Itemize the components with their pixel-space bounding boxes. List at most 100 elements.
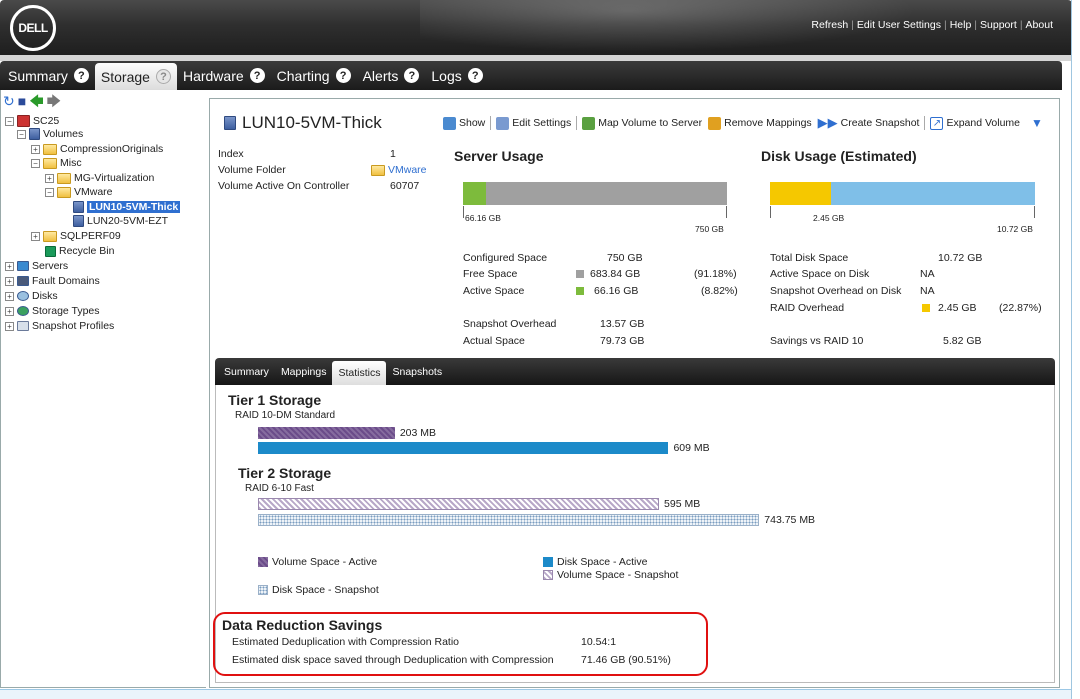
legend-label: Volume Space - Snapshot <box>557 569 679 581</box>
volume-icon <box>224 116 236 130</box>
expand-icon[interactable]: + <box>5 291 14 301</box>
subtab-statistics[interactable]: Statistics <box>332 361 387 385</box>
collapse-icon[interactable]: − <box>31 158 40 168</box>
snapshot-overhead-value: 13.57 GB <box>600 318 645 330</box>
expand-icon[interactable]: + <box>5 261 14 271</box>
expand-volume-button[interactable]: ↗ Expand Volume <box>927 116 1023 130</box>
collapse-icon[interactable]: − <box>45 187 54 197</box>
total-disk-space-value: 10.72 GB <box>938 252 983 264</box>
tab-charting[interactable]: Charting? <box>271 61 357 90</box>
main-tab-bar: Summary? Storage? Hardware? Charting? Al… <box>0 61 1062 90</box>
edit-user-settings-link[interactable]: Edit User Settings <box>854 19 944 31</box>
bottom-status-strip <box>0 689 1072 699</box>
tree-node-snapshot-profiles[interactable]: + Snapshot Profiles <box>5 319 114 333</box>
help-icon[interactable]: ? <box>335 68 351 83</box>
disk-usage-title: Disk Usage (Estimated) <box>761 148 917 164</box>
server-usage-bar <box>463 182 727 205</box>
tree-node-disks[interactable]: + Disks <box>5 289 58 303</box>
tree-label: Storage Types <box>32 305 100 317</box>
tree-node-lun10[interactable]: LUN10-5VM-Thick <box>73 200 181 214</box>
tab-summary[interactable]: Summary? <box>2 61 95 90</box>
remove-mappings-button[interactable]: Remove Mappings <box>705 116 815 130</box>
subtab-snapshots[interactable]: Snapshots <box>386 358 448 385</box>
expand-icon[interactable]: + <box>31 144 40 154</box>
tab-label: Charting <box>276 67 330 84</box>
help-icon[interactable]: ? <box>155 69 171 84</box>
tree-label: Volumes <box>43 128 84 140</box>
expand-icon[interactable]: + <box>5 276 14 286</box>
tree-node-sc25[interactable]: − SC25 <box>5 114 59 128</box>
edit-settings-button[interactable]: Edit Settings <box>493 116 574 130</box>
legend-swatch <box>543 557 553 567</box>
tree-label: Snapshot Profiles <box>32 320 115 332</box>
expand-icon[interactable]: + <box>31 231 40 241</box>
help-icon[interactable]: ? <box>467 68 483 83</box>
tree-node-sqlperf09[interactable]: + SQLPERF09 <box>31 229 121 243</box>
expand-icon[interactable]: + <box>5 321 14 331</box>
collapse-icon[interactable]: − <box>5 116 14 126</box>
tab-label: Logs <box>431 67 462 84</box>
subtab-mappings[interactable]: Mappings <box>275 358 333 385</box>
forward-arrow-icon[interactable]: 🡆 <box>47 94 61 108</box>
show-button[interactable]: Show <box>440 116 488 130</box>
map-volume-icon <box>582 116 596 130</box>
help-icon[interactable]: ? <box>404 68 420 83</box>
configured-space-value: 750 GB <box>607 252 643 264</box>
tree-node-vmware[interactable]: − VMware <box>45 185 113 199</box>
configured-space-label: Configured Space <box>463 252 548 264</box>
folder-link[interactable]: VMware <box>388 164 427 176</box>
help-link[interactable]: Help <box>947 19 975 31</box>
collapse-icon[interactable]: − <box>17 129 26 139</box>
tree-node-servers[interactable]: + Servers <box>5 259 68 273</box>
data-reduction-title: Data Reduction Savings <box>222 617 383 633</box>
bar-tick <box>463 206 464 218</box>
tier2-volume-snapshot-value: 595 MB <box>664 498 701 510</box>
tab-storage[interactable]: Storage? <box>94 63 177 90</box>
refresh-icon[interactable]: ↻ <box>3 94 15 108</box>
dell-logo: DELL <box>10 5 56 51</box>
map-volume-button[interactable]: Map Volume to Server <box>579 116 705 130</box>
chevron-down-icon[interactable]: ▼ <box>1031 116 1043 130</box>
tree-node-storage-types[interactable]: + Storage Types <box>5 304 100 318</box>
tab-alerts[interactable]: Alerts? <box>357 61 426 90</box>
tree-label: SC25 <box>33 115 60 127</box>
tree-node-fault-domains[interactable]: + Fault Domains <box>5 274 100 288</box>
back-arrow-icon[interactable]: 🡄 <box>29 94 43 108</box>
tree-label: Misc <box>60 157 82 169</box>
toolbar-separator <box>924 116 926 130</box>
save-icon[interactable]: ■ <box>18 94 26 108</box>
tree-node-mg-virtualization[interactable]: + MG-Virtualization <box>45 171 154 185</box>
tab-logs[interactable]: Logs? <box>425 61 488 90</box>
tier2-title: Tier 2 Storage <box>238 465 332 481</box>
about-link[interactable]: About <box>1023 19 1056 31</box>
subtab-summary[interactable]: Summary <box>218 358 275 385</box>
tree-node-misc[interactable]: − Misc <box>31 156 82 170</box>
tree-node-compressionoriginals[interactable]: + CompressionOriginals <box>31 142 163 156</box>
tree-label: VMware <box>74 186 113 198</box>
servers-icon <box>17 261 29 271</box>
tab-hardware[interactable]: Hardware? <box>177 61 271 90</box>
tree-node-volumes[interactable]: − Volumes <box>17 127 83 141</box>
tree-node-lun20[interactable]: LUN20-5VM-EZT <box>73 214 168 228</box>
expand-icon[interactable]: + <box>5 306 14 316</box>
expand-icon[interactable]: + <box>45 173 54 183</box>
help-icon[interactable]: ? <box>249 68 265 83</box>
remove-mappings-icon <box>708 116 722 130</box>
support-link[interactable]: Support <box>977 19 1020 31</box>
create-snapshot-button[interactable]: ▶▶ Create Snapshot <box>815 115 923 131</box>
free-space-label: Free Space <box>463 268 518 280</box>
tree-label: Fault Domains <box>32 275 100 287</box>
volume-folder-value[interactable]: VMware <box>371 164 427 176</box>
disk-usage-raid-fill <box>770 182 831 205</box>
toolbar-separator <box>576 116 578 130</box>
volumes-icon <box>29 128 40 140</box>
refresh-link[interactable]: Refresh <box>808 19 851 31</box>
tree-node-recycle-bin[interactable]: Recycle Bin <box>45 244 114 258</box>
dedup-ratio-value: 10.54:1 <box>581 636 617 648</box>
volume-icon <box>73 201 84 213</box>
help-icon[interactable]: ? <box>73 68 89 83</box>
volume-title-text: LUN10-5VM-Thick <box>242 113 382 132</box>
bar-tick <box>726 206 727 218</box>
button-label: Show <box>459 117 486 129</box>
legend-swatch <box>543 570 553 580</box>
